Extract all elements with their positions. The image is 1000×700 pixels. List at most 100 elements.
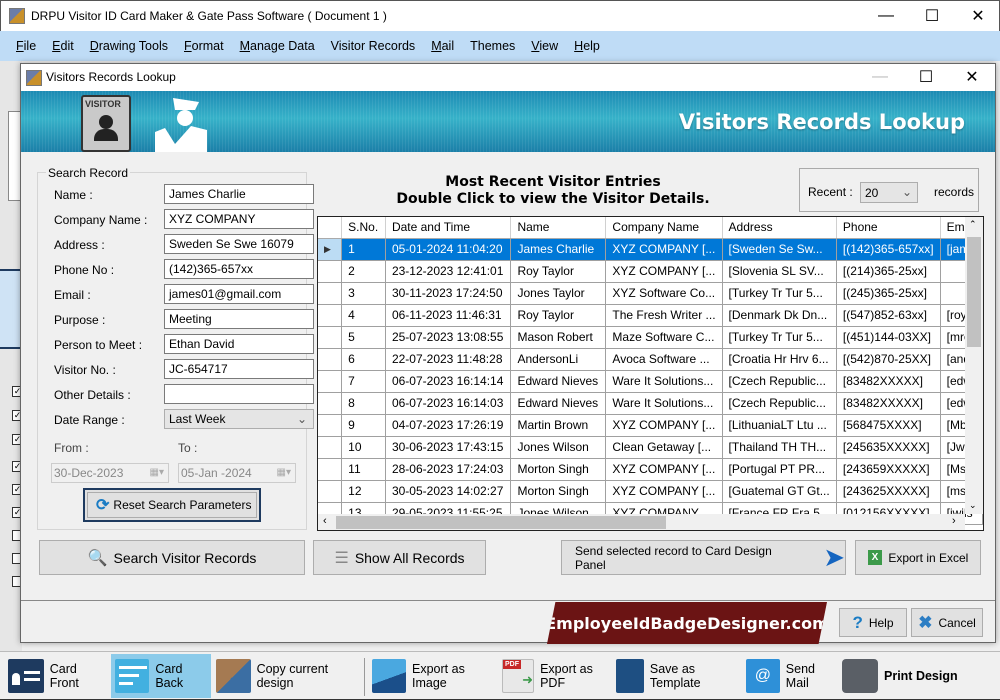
export-image-icon	[372, 659, 407, 693]
menu-format[interactable]: Format	[184, 39, 224, 53]
row-header[interactable]	[318, 326, 343, 349]
table-row[interactable]: ▶ 1 05-01-2024 11:04:20 James Charlie XYZ CO…	[318, 238, 983, 261]
row-header[interactable]	[318, 348, 343, 371]
close-button[interactable]: ✕	[955, 1, 1000, 31]
card-front-button[interactable]: Card Front	[4, 654, 109, 698]
table-cell: Avoca Software ...	[605, 348, 723, 371]
table-row[interactable]: 12 30-05-2023 14:02:27 Morton Singh XYZ COM…	[318, 480, 983, 503]
table-row[interactable]: 10 30-06-2023 17:43:15 Jones Wilson Clean G…	[318, 436, 983, 459]
dialog-minimize-button[interactable]: —	[857, 62, 903, 92]
purpose-input[interactable]: Meeting	[164, 309, 314, 329]
phone-input[interactable]: (142)365-657xx	[164, 259, 314, 279]
menu-view[interactable]: View	[531, 39, 558, 53]
table-cell: 11	[341, 458, 386, 481]
field-visitor-no: Visitor No. : JC-654717	[54, 359, 314, 379]
column-header[interactable]: Address	[722, 217, 837, 239]
scroll-thumb[interactable]	[967, 237, 981, 347]
field-address: Address : Sweden Se Swe 16079	[54, 234, 314, 254]
table-cell: [83482XXXXX]	[836, 392, 941, 415]
print-icon	[842, 659, 878, 693]
dialog-maximize-button[interactable]: ☐	[903, 62, 949, 92]
name-input[interactable]: James Charlie	[164, 184, 314, 204]
send-mail-button[interactable]: @ Send Mail	[742, 654, 838, 698]
scroll-right-icon[interactable]: ›	[952, 515, 956, 527]
scroll-thumb[interactable]	[336, 516, 666, 529]
refresh-icon: ⟳	[96, 497, 110, 514]
recent-count-select[interactable]: 20 ⌄	[860, 182, 918, 203]
scroll-down-icon[interactable]: ⌄	[969, 500, 977, 511]
dialog-close-button[interactable]: ✕	[949, 62, 995, 92]
table-row[interactable]: 4 06-11-2023 11:46:31 Roy Taylor The Fresh …	[318, 304, 983, 327]
table-cell: 12	[341, 480, 386, 503]
field-purpose: Purpose : Meeting	[54, 309, 314, 329]
row-header[interactable]	[318, 436, 343, 459]
date-range-select[interactable]: Last Week ⌄	[164, 409, 314, 429]
menu-help[interactable]: Help	[574, 39, 600, 53]
row-header[interactable]	[318, 458, 343, 481]
column-header[interactable]: Name	[510, 217, 607, 239]
menu-manage-data[interactable]: Manage Data	[240, 39, 315, 53]
column-header[interactable]: Phone	[836, 217, 941, 239]
person-to-meet-input[interactable]: Ethan David	[164, 334, 314, 354]
table-row[interactable]: 5 25-07-2023 13:08:55 Mason Robert Maze Sof…	[318, 326, 983, 349]
column-header[interactable]: Date and Time	[385, 217, 512, 239]
other-details-input[interactable]	[164, 384, 314, 404]
table-row[interactable]: 11 28-06-2023 17:24:03 Morton Singh XYZ COM…	[318, 458, 983, 481]
help-button[interactable]: ? Help	[839, 608, 907, 637]
print-design-button[interactable]: Print Design	[838, 654, 958, 698]
table-row[interactable]: 9 04-07-2023 17:26:19 Martin Brown XYZ COMP…	[318, 414, 983, 437]
menu-themes[interactable]: Themes	[470, 39, 515, 53]
column-header[interactable]: Company Name	[605, 217, 723, 239]
table-row[interactable]: 3 30-11-2023 17:24:50 Jones Taylor XYZ Soft…	[318, 282, 983, 305]
export-pdf-button[interactable]: PDF ➜ Export as PDF	[498, 654, 612, 698]
row-header[interactable]	[318, 480, 343, 503]
column-header[interactable]: S.No.	[341, 217, 386, 239]
minimize-button[interactable]: —	[863, 1, 909, 31]
scroll-left-icon[interactable]: ‹	[323, 515, 327, 527]
copy-design-button[interactable]: Copy current design	[212, 654, 364, 698]
export-excel-button[interactable]: X Export in Excel	[855, 540, 981, 575]
horizontal-scrollbar[interactable]: ‹ ›	[318, 514, 965, 530]
menu-drawing-tools[interactable]: Drawing Tools	[90, 39, 168, 53]
menu-file[interactable]: File	[16, 39, 36, 53]
search-visitor-records-button[interactable]: 🔍 Search Visitor Records	[39, 540, 305, 575]
scroll-up-icon[interactable]: ⌃	[969, 219, 977, 230]
table-cell: Ware It Solutions...	[605, 392, 723, 415]
row-header[interactable]	[318, 304, 343, 327]
vertical-scrollbar[interactable]: ⌃ ⌄	[965, 217, 983, 514]
table-row[interactable]: 8 06-07-2023 16:14:03 Edward Nieves Ware It…	[318, 392, 983, 415]
visitor-records-grid[interactable]: S.No. Date and Time Name Company Name Ad…	[317, 216, 984, 531]
send-to-card-design-button[interactable]: Send selected record to Card Design Pane…	[561, 540, 846, 575]
row-header[interactable]	[318, 260, 343, 283]
row-header[interactable]	[318, 392, 343, 415]
export-image-button[interactable]: Export as Image	[368, 654, 498, 698]
row-header[interactable]	[318, 414, 343, 437]
from-date-picker[interactable]: 30-Dec-2023 ▦▾	[51, 463, 169, 483]
card-back-button[interactable]: Card Back	[111, 654, 211, 698]
row-header[interactable]: ▶	[318, 238, 343, 261]
table-cell: [Denmark Dk Dn...	[722, 304, 837, 327]
table-row[interactable]: 2 23-12-2023 12:41:01 Roy Taylor XYZ COMPAN…	[318, 260, 983, 283]
row-header[interactable]	[318, 370, 343, 393]
table-cell: [Slovenia SL SV...	[722, 260, 837, 283]
table-cell: Mason Robert	[510, 326, 607, 349]
table-cell: 7	[341, 370, 386, 393]
table-row[interactable]: 6 22-07-2023 11:48:28 AndersonLi Avoca Soft…	[318, 348, 983, 371]
menu-mail[interactable]: Mail	[431, 39, 454, 53]
show-all-records-button[interactable]: ☰ Show All Records	[313, 540, 486, 575]
save-template-button[interactable]: Save as Template	[612, 654, 742, 698]
cancel-button[interactable]: ✖ Cancel	[911, 608, 983, 637]
address-input[interactable]: Sweden Se Swe 16079	[164, 234, 314, 254]
visitor-no-input[interactable]: JC-654717	[164, 359, 314, 379]
table-cell: 06-11-2023 11:46:31	[385, 304, 512, 327]
to-date-picker[interactable]: 05-Jan -2024 ▦▾	[178, 463, 296, 483]
maximize-button[interactable]: ☐	[909, 1, 955, 31]
table-row[interactable]: 7 06-07-2023 16:14:14 Edward Nieves Ware It…	[318, 370, 983, 393]
menu-edit[interactable]: Edit	[52, 39, 74, 53]
table-cell: [Czech Republic...	[722, 392, 837, 415]
reset-search-button[interactable]: ⟳ Reset Search Parameters	[83, 488, 261, 522]
email-input[interactable]: james01@gmail.com	[164, 284, 314, 304]
row-header[interactable]	[318, 282, 343, 305]
company-name-input[interactable]: XYZ COMPANY	[164, 209, 314, 229]
menu-visitor-records[interactable]: Visitor Records	[331, 39, 416, 53]
